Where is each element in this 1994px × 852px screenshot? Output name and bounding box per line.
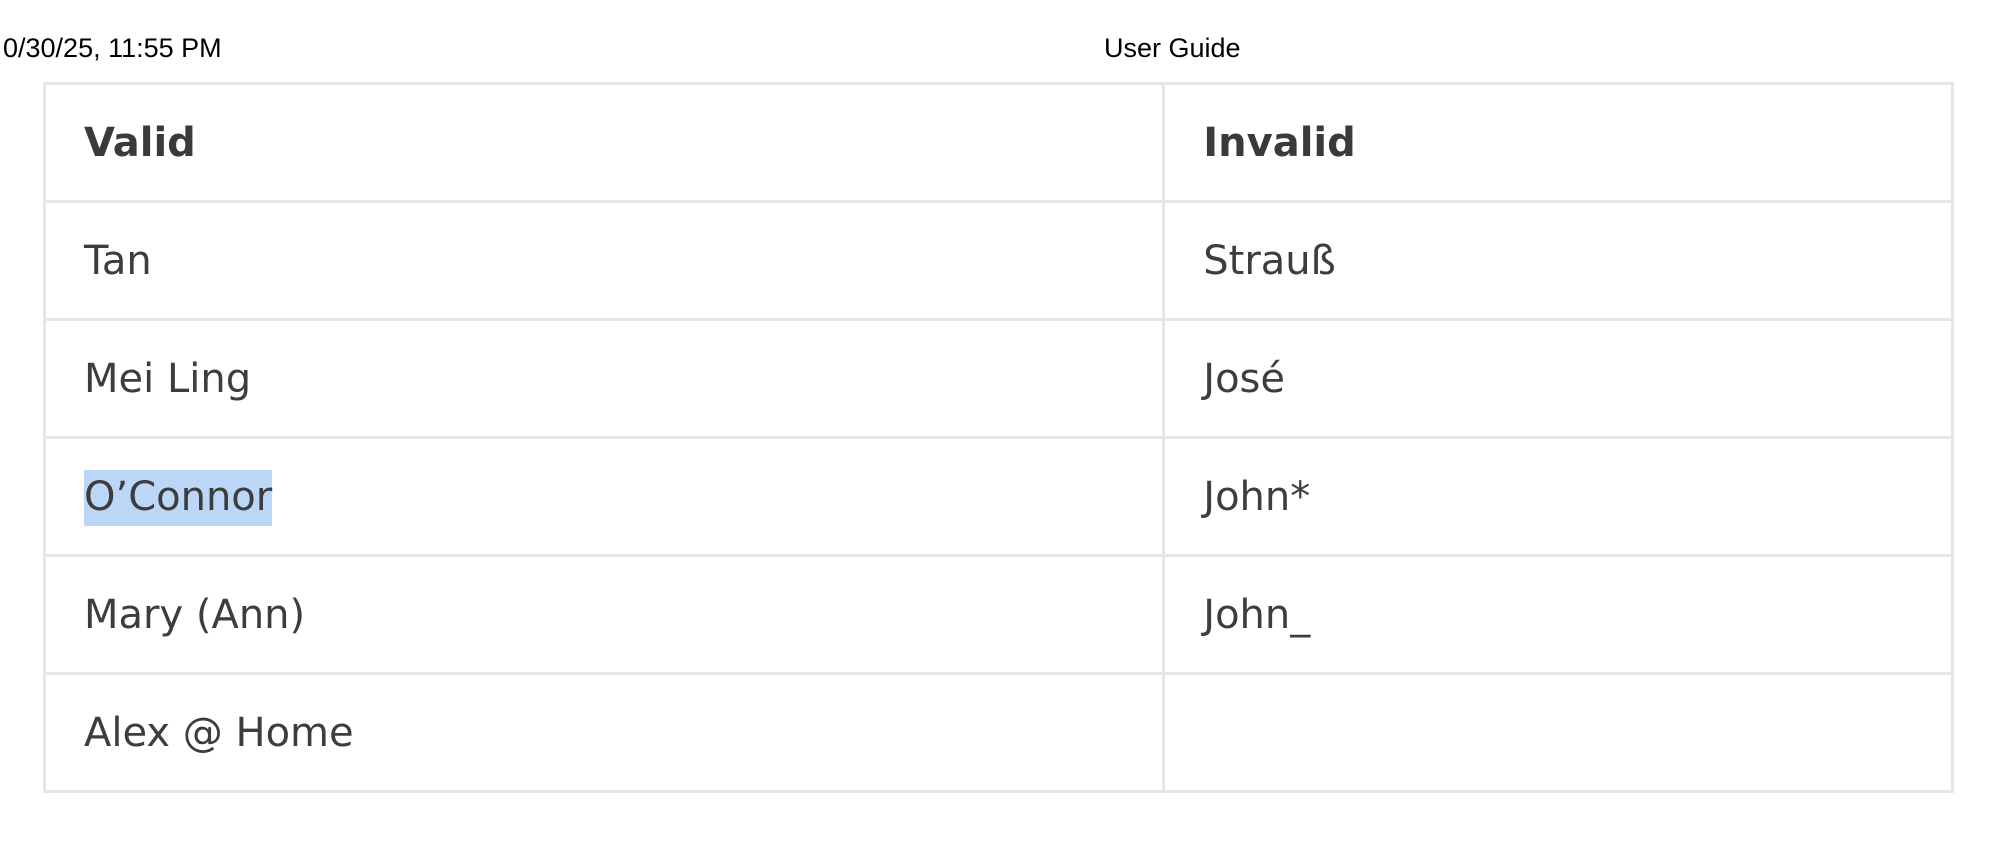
table-header-row: Valid Invalid <box>42 82 1954 203</box>
valid-cell[interactable]: Alex @ Home <box>42 672 1166 793</box>
table-row: Alex @ Home <box>42 672 1954 793</box>
table-row: Tan Strauß <box>42 200 1954 321</box>
table-row: Mary (Ann) John_ <box>42 554 1954 675</box>
selected-text[interactable]: O’Connor <box>84 469 273 526</box>
invalid-cell[interactable]: José <box>1162 318 1954 439</box>
print-header: 0/30/25, 11:55 PM User Guide <box>0 33 1994 67</box>
valid-cell[interactable]: Tan <box>42 200 1166 321</box>
table-row: Mei Ling José <box>42 318 1954 439</box>
valid-cell[interactable]: Mary (Ann) <box>42 554 1166 675</box>
print-title: User Guide <box>1104 33 1241 63</box>
print-datetime: 0/30/25, 11:55 PM <box>3 33 222 63</box>
valid-cell[interactable]: Mei Ling <box>42 318 1166 439</box>
valid-cell[interactable]: O’Connor <box>42 436 1166 557</box>
invalid-cell[interactable] <box>1162 672 1954 793</box>
invalid-cell[interactable]: John_ <box>1162 554 1954 675</box>
header-invalid: Invalid <box>1162 82 1954 203</box>
header-valid: Valid <box>42 82 1166 203</box>
invalid-cell[interactable]: Strauß <box>1162 200 1954 321</box>
names-validation-table: Valid Invalid Tan Strauß Mei Ling José O… <box>42 82 1954 793</box>
invalid-cell[interactable]: John* <box>1162 436 1954 557</box>
table-row: O’Connor John* <box>42 436 1954 557</box>
document-page: 0/30/25, 11:55 PM User Guide Valid Inval… <box>0 0 1994 852</box>
